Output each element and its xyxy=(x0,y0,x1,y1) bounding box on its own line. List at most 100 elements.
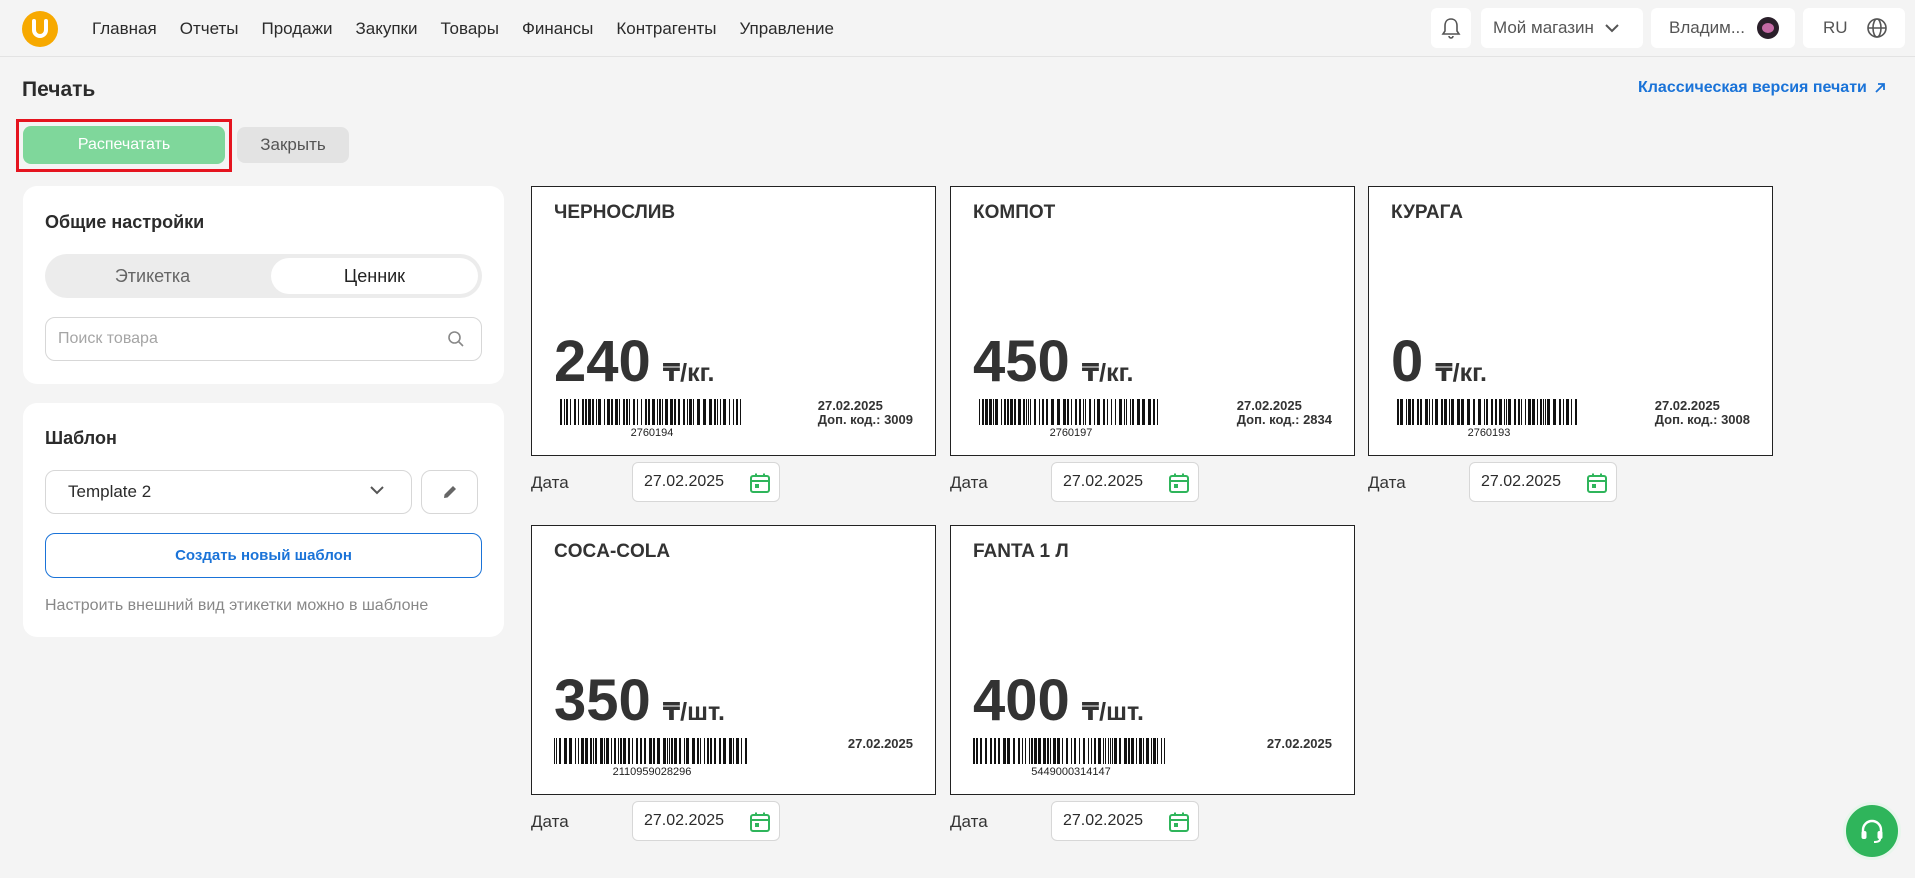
barcode-number: 2760193 xyxy=(1467,427,1511,439)
top-right-controls: Мой магазин Владим... RU xyxy=(1431,8,1905,48)
label-extra-code: Доп. код.: 3008 xyxy=(1654,412,1750,427)
date-input[interactable]: 27.02.2025 xyxy=(1469,462,1617,502)
pencil-icon xyxy=(443,486,456,498)
calendar-icon[interactable] xyxy=(1586,472,1608,494)
search-icon[interactable] xyxy=(447,330,465,348)
close-button[interactable]: Закрыть xyxy=(237,127,349,163)
label-meta: 27.02.2025 Доп. код.: 3009 xyxy=(818,399,913,427)
label-price: 450 ₸/кг. xyxy=(973,333,1134,391)
globe-icon xyxy=(1866,18,1887,38)
nav-item-management[interactable]: Управление xyxy=(739,19,834,39)
classic-print-link-label: Классическая версия печати xyxy=(1638,79,1867,96)
template-panel: Шаблон Template 2 Создать новый шаблон Н… xyxy=(23,403,504,637)
label-price: 400 ₸/шт. xyxy=(973,672,1144,730)
label-product-name: COCA-COLA xyxy=(554,541,671,562)
date-input[interactable]: 27.02.2025 xyxy=(632,462,780,502)
template-hint: Настроить внешний вид этикетки можно в ш… xyxy=(45,597,429,614)
tab-label[interactable]: Этикетка xyxy=(49,258,256,294)
label-date: 27.02.2025 xyxy=(817,398,883,413)
label-price: 0 ₸/кг. xyxy=(1391,333,1487,391)
label-price-unit: ₸/шт. xyxy=(662,698,725,726)
nav-item-counterparties[interactable]: Контрагенты xyxy=(616,19,716,39)
logo-icon[interactable] xyxy=(22,11,58,47)
calendar-icon[interactable] xyxy=(749,472,771,494)
price-label-card: ЧЕРНОСЛИВ 240 ₸/кг. 2760194 27.02.2025 Д… xyxy=(531,186,936,456)
nav-item-sales[interactable]: Продажи xyxy=(261,19,332,39)
label-price-value: 450 xyxy=(973,329,1070,394)
search-input[interactable] xyxy=(58,330,438,348)
date-label: Дата xyxy=(1368,473,1406,492)
template-selected-value: Template 2 xyxy=(68,482,152,501)
product-search xyxy=(45,317,482,361)
print-button[interactable]: Распечатать xyxy=(23,126,225,164)
calendar-icon[interactable] xyxy=(1168,811,1190,833)
external-arrow-icon xyxy=(1875,83,1885,93)
date-input-value: 27.02.2025 xyxy=(1063,473,1144,490)
label-price-value: 0 xyxy=(1391,329,1424,394)
date-label: Дата xyxy=(950,473,988,492)
nav-item-purchases[interactable]: Закупки xyxy=(355,19,417,39)
barcode-number: 5449000314147 xyxy=(1031,766,1111,778)
label-price-value: 240 xyxy=(554,329,651,394)
price-label-card: КУРАГА 0 ₸/кг. 2760193 27.02.2025 Доп. к… xyxy=(1368,186,1773,456)
store-selector[interactable]: Мой магазин xyxy=(1481,8,1643,48)
nav-item-products[interactable]: Товары xyxy=(440,19,498,39)
date-input[interactable]: 27.02.2025 xyxy=(1051,801,1199,841)
label-price-value: 350 xyxy=(554,668,651,733)
barcode-number: 2760194 xyxy=(630,427,674,439)
date-row: Дата 27.02.2025 xyxy=(531,462,791,502)
label-price-unit: ₸/кг. xyxy=(662,359,715,387)
label-product-name: КОМПОТ xyxy=(973,202,1056,223)
price-label-card: FANTA 1 Л 400 ₸/шт. 5449000314147 27.02.… xyxy=(950,525,1355,795)
nav-item-home[interactable]: Главная xyxy=(92,19,157,39)
label-price: 240 ₸/кг. xyxy=(554,333,715,391)
barcode-number: 2760197 xyxy=(1049,427,1093,439)
edit-template-button[interactable] xyxy=(421,470,478,514)
language-selector[interactable]: RU xyxy=(1803,8,1905,48)
classic-print-link[interactable]: Классическая версия печати xyxy=(1638,79,1887,97)
price-label-card: КОМПОТ 450 ₸/кг. 2760197 27.02.2025 Доп.… xyxy=(950,186,1355,456)
label-price-unit: ₸/кг. xyxy=(1435,359,1487,387)
notifications-button[interactable] xyxy=(1431,8,1471,48)
general-settings-panel: Общие настройки Этикетка Ценник xyxy=(23,186,504,384)
label-product-name: ЧЕРНОСЛИВ xyxy=(554,202,676,223)
label-product-name: КУРАГА xyxy=(1391,202,1463,223)
create-template-button[interactable]: Создать новый шаблон xyxy=(45,533,482,578)
label-price-unit: ₸/кг. xyxy=(1081,359,1134,387)
barcode xyxy=(973,738,1165,764)
template-select[interactable]: Template 2 xyxy=(45,470,412,514)
date-input[interactable]: 27.02.2025 xyxy=(632,801,780,841)
label-type-toggle: Этикетка Ценник xyxy=(45,254,482,298)
date-input-value: 27.02.2025 xyxy=(1481,473,1562,490)
date-row: Дата 27.02.2025 xyxy=(950,801,1210,841)
date-input-value: 27.02.2025 xyxy=(1063,812,1144,829)
date-row: Дата 27.02.2025 xyxy=(950,462,1210,502)
label-price-unit: ₸/шт. xyxy=(1081,698,1144,726)
general-settings-title: Общие настройки xyxy=(45,212,205,232)
nav-item-reports[interactable]: Отчеты xyxy=(180,19,239,39)
bell-icon xyxy=(1441,18,1461,39)
chevron-down-icon xyxy=(370,486,384,495)
tab-price-tag[interactable]: Ценник xyxy=(271,258,478,294)
date-input[interactable]: 27.02.2025 xyxy=(1051,462,1199,502)
date-label: Дата xyxy=(531,473,569,492)
label-date: 27.02.2025 xyxy=(847,736,913,751)
language-code: RU xyxy=(1823,18,1848,37)
calendar-icon[interactable] xyxy=(1168,472,1190,494)
barcode-number: 2110959028296 xyxy=(612,766,692,778)
page-title: Печать xyxy=(22,78,96,101)
calendar-icon[interactable] xyxy=(749,811,771,833)
chevron-down-icon xyxy=(1605,24,1619,33)
label-extra-code: Доп. код.: 3009 xyxy=(817,412,913,427)
barcode xyxy=(979,399,1158,425)
support-chat-button[interactable] xyxy=(1843,802,1901,860)
date-label: Дата xyxy=(531,812,569,831)
label-meta: 27.02.2025 Доп. код.: 3008 xyxy=(1655,399,1750,427)
user-menu[interactable]: Владим... xyxy=(1651,8,1795,48)
nav-item-finance[interactable]: Финансы xyxy=(522,19,593,39)
label-price-value: 400 xyxy=(973,668,1070,733)
label-date: 27.02.2025 xyxy=(1236,398,1302,413)
user-name: Владим... xyxy=(1669,18,1745,37)
label-extra-code: Доп. код.: 2834 xyxy=(1236,412,1332,427)
date-row: Дата 27.02.2025 xyxy=(531,801,791,841)
